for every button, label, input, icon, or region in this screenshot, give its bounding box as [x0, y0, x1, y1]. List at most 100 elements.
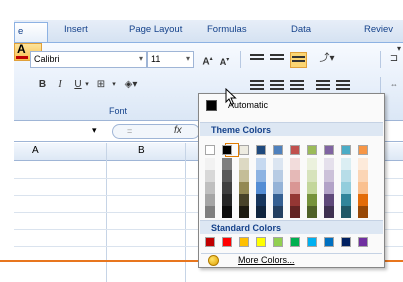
chevron-down-icon[interactable]: ▾	[83, 77, 91, 94]
theme-color-swatch[interactable]	[358, 145, 368, 155]
align-center-icon[interactable]	[270, 80, 284, 92]
theme-shade-swatch[interactable]	[307, 170, 317, 182]
theme-shade-swatch[interactable]	[358, 194, 368, 206]
chevron-down-icon[interactable]: ▾	[110, 77, 118, 94]
theme-shade-swatch[interactable]	[341, 170, 351, 182]
font-name-combobox[interactable]: Calibri ▾	[30, 51, 147, 68]
theme-shade-swatch[interactable]	[239, 182, 249, 194]
theme-shade-swatch[interactable]	[273, 170, 283, 182]
italic-button[interactable]: I	[54, 77, 66, 94]
theme-shade-swatch[interactable]	[222, 206, 232, 218]
name-box-dropdown[interactable]: ▾	[92, 125, 97, 136]
theme-shade-swatch[interactable]	[273, 206, 283, 218]
theme-shade-swatch[interactable]	[307, 182, 317, 194]
column-header-a[interactable]: A	[32, 145, 39, 156]
wrap-text-icon[interactable]: ⊐	[387, 51, 401, 68]
tab-page-layout[interactable]: Page Layout	[129, 24, 182, 42]
align-right-icon[interactable]	[290, 80, 304, 92]
align-top-icon[interactable]	[250, 54, 264, 66]
theme-shade-swatch[interactable]	[205, 158, 215, 170]
theme-shade-swatch[interactable]	[205, 206, 215, 218]
theme-color-swatch[interactable]	[307, 145, 317, 155]
theme-shade-swatch[interactable]	[341, 194, 351, 206]
theme-shade-swatch[interactable]	[222, 170, 232, 182]
theme-shade-swatch[interactable]	[290, 206, 300, 218]
theme-shade-swatch[interactable]	[256, 182, 266, 194]
theme-shade-swatch[interactable]	[205, 182, 215, 194]
theme-shade-swatch[interactable]	[307, 194, 317, 206]
theme-shade-swatch[interactable]	[290, 170, 300, 182]
more-colors-option[interactable]: More Colors...	[201, 253, 382, 267]
theme-color-swatch[interactable]	[290, 145, 300, 155]
standard-color-swatch[interactable]	[205, 237, 215, 247]
theme-shade-swatch[interactable]	[341, 158, 351, 170]
borders-button[interactable]: ⊞	[93, 77, 109, 94]
theme-shade-swatch[interactable]	[358, 206, 368, 218]
column-header-b[interactable]: B	[138, 145, 145, 156]
theme-shade-swatch[interactable]	[307, 206, 317, 218]
theme-shade-swatch[interactable]	[256, 170, 266, 182]
theme-shade-swatch[interactable]	[205, 170, 215, 182]
theme-shade-swatch[interactable]	[273, 158, 283, 170]
tab-formulas[interactable]: Formulas	[207, 24, 247, 42]
align-bottom-icon[interactable]	[290, 52, 307, 68]
standard-color-swatch[interactable]	[256, 237, 266, 247]
standard-color-swatch[interactable]	[273, 237, 283, 247]
theme-color-swatch[interactable]	[239, 145, 249, 155]
chevron-down-icon[interactable]: ▾	[139, 54, 143, 63]
align-middle-icon[interactable]	[270, 54, 284, 66]
theme-shade-swatch[interactable]	[273, 194, 283, 206]
theme-shade-swatch[interactable]	[222, 194, 232, 206]
theme-color-swatch[interactable]	[205, 145, 215, 155]
theme-shade-swatch[interactable]	[256, 206, 266, 218]
tab-home[interactable]: e	[14, 22, 48, 42]
theme-shade-swatch[interactable]	[290, 182, 300, 194]
theme-shade-swatch[interactable]	[290, 158, 300, 170]
standard-color-swatch[interactable]	[290, 237, 300, 247]
theme-shade-swatch[interactable]	[222, 158, 232, 170]
theme-shade-swatch[interactable]	[239, 158, 249, 170]
bold-button[interactable]: B	[36, 77, 49, 94]
theme-color-swatch[interactable]	[341, 145, 351, 155]
shrink-font-button[interactable]: A▾	[217, 52, 232, 69]
theme-shade-swatch[interactable]	[205, 194, 215, 206]
tab-data[interactable]: Data	[291, 24, 311, 42]
standard-color-swatch[interactable]	[341, 237, 351, 247]
theme-color-swatch[interactable]	[222, 145, 232, 155]
fill-color-button[interactable]: ◈▾	[121, 77, 141, 94]
standard-color-swatch[interactable]	[358, 237, 368, 247]
standard-color-swatch[interactable]	[307, 237, 317, 247]
theme-shade-swatch[interactable]	[256, 158, 266, 170]
theme-color-swatch[interactable]	[273, 145, 283, 155]
chevron-down-icon[interactable]: ▾	[186, 54, 190, 63]
theme-shade-swatch[interactable]	[222, 182, 232, 194]
theme-color-swatch[interactable]	[256, 145, 266, 155]
theme-shade-swatch[interactable]	[324, 182, 334, 194]
theme-shade-swatch[interactable]	[256, 194, 266, 206]
theme-color-swatch[interactable]	[324, 145, 334, 155]
standard-color-swatch[interactable]	[324, 237, 334, 247]
theme-shade-swatch[interactable]	[324, 158, 334, 170]
theme-shade-swatch[interactable]	[341, 182, 351, 194]
text-orientation-button[interactable]: ⤴▾	[316, 51, 338, 68]
theme-shade-swatch[interactable]	[273, 182, 283, 194]
standard-color-swatch[interactable]	[239, 237, 249, 247]
theme-shade-swatch[interactable]	[324, 206, 334, 218]
insert-function-button[interactable]: fx	[174, 125, 182, 136]
theme-shade-swatch[interactable]	[358, 182, 368, 194]
increase-indent-icon[interactable]	[336, 80, 350, 92]
theme-shade-swatch[interactable]	[290, 194, 300, 206]
theme-shade-swatch[interactable]	[239, 194, 249, 206]
theme-shade-swatch[interactable]	[239, 170, 249, 182]
font-size-combobox[interactable]: 11 ▾	[147, 51, 194, 68]
merge-center-icon[interactable]: ⇔	[387, 77, 401, 94]
theme-shade-swatch[interactable]	[324, 170, 334, 182]
tab-review[interactable]: Reviev	[364, 24, 393, 42]
theme-shade-swatch[interactable]	[358, 170, 368, 182]
theme-shade-swatch[interactable]	[341, 206, 351, 218]
chevron-down-icon[interactable]: ▾	[397, 44, 401, 53]
theme-shade-swatch[interactable]	[358, 158, 368, 170]
theme-shade-swatch[interactable]	[307, 158, 317, 170]
grow-font-button[interactable]: A▴	[199, 51, 216, 68]
standard-color-swatch[interactable]	[222, 237, 232, 247]
